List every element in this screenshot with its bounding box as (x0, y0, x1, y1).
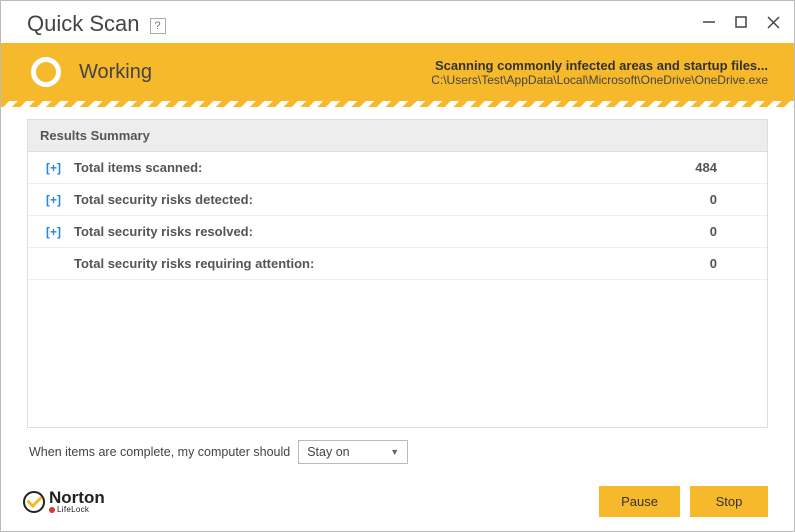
results-box: Results Summary [+] Total items scanned:… (27, 119, 768, 428)
stop-button[interactable]: Stop (690, 486, 768, 517)
brand-text: Norton LifeLock (49, 489, 105, 514)
row-label: Total security risks resolved: (74, 224, 710, 239)
footer-buttons: Pause Stop (599, 486, 768, 517)
expand-toggle[interactable]: [+] (46, 193, 66, 207)
lifelock-dot-icon (49, 507, 55, 513)
row-value: 0 (710, 224, 753, 239)
window-title: Quick Scan (27, 11, 140, 37)
scan-path: C:\Users\Test\AppData\Local\Microsoft\On… (431, 73, 768, 87)
chevron-down-icon: ▼ (390, 447, 399, 457)
expand-toggle[interactable]: [+] (46, 225, 66, 239)
results-header: Results Summary (28, 120, 767, 152)
result-row-risks-resolved: [+] Total security risks resolved: 0 (28, 216, 767, 248)
footer: Norton LifeLock Pause Stop (1, 478, 794, 531)
result-row-risks-attention: Total security risks requiring attention… (28, 248, 767, 280)
pause-button[interactable]: Pause (599, 486, 680, 517)
status-bar: Working Scanning commonly infected areas… (1, 43, 794, 101)
brand-logo: Norton LifeLock (23, 489, 105, 514)
status-left: Working (31, 57, 152, 87)
row-value: 0 (710, 192, 753, 207)
scan-heading: Scanning commonly infected areas and sta… (431, 58, 768, 73)
status-right: Scanning commonly infected areas and sta… (431, 58, 768, 87)
spinner-icon (31, 57, 61, 87)
row-label: Total security risks detected: (74, 192, 710, 207)
minimize-button[interactable] (700, 13, 718, 31)
expand-toggle[interactable]: [+] (46, 161, 66, 175)
brand-name: Norton (49, 489, 105, 506)
row-value: 0 (710, 256, 753, 271)
completion-label: When items are complete, my computer sho… (29, 445, 290, 459)
help-icon[interactable]: ? (150, 18, 166, 34)
close-button[interactable] (764, 13, 782, 31)
status-label: Working (79, 61, 152, 84)
brand-sub: LifeLock (49, 506, 105, 514)
row-label: Total items scanned: (74, 160, 695, 175)
titlebar: Quick Scan ? (1, 1, 794, 43)
dropdown-selected: Stay on (307, 445, 349, 459)
completion-row: When items are complete, my computer sho… (27, 428, 768, 468)
checkmark-icon (23, 491, 45, 513)
window-controls (700, 11, 782, 31)
result-row-items-scanned: [+] Total items scanned: 484 (28, 152, 767, 184)
result-row-risks-detected: [+] Total security risks detected: 0 (28, 184, 767, 216)
content-area: Results Summary [+] Total items scanned:… (1, 101, 794, 478)
maximize-button[interactable] (732, 13, 750, 31)
row-label: Total security risks requiring attention… (74, 256, 710, 271)
title-left: Quick Scan ? (27, 11, 166, 37)
row-value: 484 (695, 160, 753, 175)
completion-dropdown[interactable]: Stay on ▼ (298, 440, 408, 464)
